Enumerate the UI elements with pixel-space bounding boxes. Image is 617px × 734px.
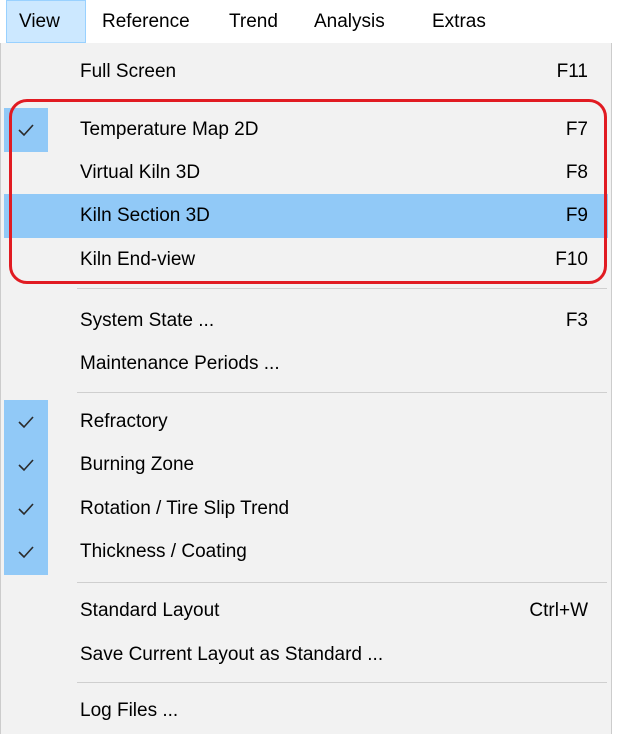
menu-item-system-state[interactable]: System State ... F3: [4, 299, 608, 343]
menu-item-rotation-tire-slip-trend[interactable]: Rotation / Tire Slip Trend: [4, 487, 608, 531]
menu-item-shortcut: F10: [555, 249, 588, 270]
menu-item-label: Standard Layout: [80, 600, 220, 621]
check-icon: [4, 530, 48, 574]
menu-item-label: Kiln Section 3D: [80, 205, 210, 226]
menu-item-label: Maintenance Periods ...: [80, 353, 280, 374]
menu-item-label: Thickness / Coating: [80, 541, 247, 562]
menu-item-shortcut: F8: [565, 162, 588, 183]
menu-item-standard-layout[interactable]: Standard Layout Ctrl+W: [4, 589, 608, 633]
menu-item-label: Burning Zone: [80, 454, 195, 475]
menubar-item-extras[interactable]: Extras: [432, 0, 486, 43]
menu-item-shortcut: F9: [565, 205, 588, 226]
menu-item-label: Full Screen: [80, 61, 177, 82]
menu-item-label: Save Current Layout as Standard ...: [80, 644, 384, 665]
menubar-item-analysis[interactable]: Analysis: [314, 0, 385, 43]
menubar-item-reference[interactable]: Reference: [102, 0, 190, 43]
view-menu-dropdown: Full Screen F11 Temperature Map 2D F7 Vi…: [0, 43, 612, 734]
menu-separator: [77, 582, 607, 583]
menu-item-label: System State ...: [80, 310, 215, 331]
menu-item-virtual-kiln-3d[interactable]: Virtual Kiln 3D F8: [4, 151, 608, 195]
menu-item-full-screen[interactable]: Full Screen F11: [4, 50, 608, 94]
menu-item-shortcut: F11: [556, 61, 588, 82]
menu-separator: [77, 392, 607, 393]
menu-item-shortcut: Ctrl+W: [529, 600, 588, 621]
menu-item-thickness-coating[interactable]: Thickness / Coating: [4, 530, 608, 574]
menu-item-label: Refractory: [80, 411, 168, 432]
check-icon: [4, 443, 48, 487]
check-icon: [4, 487, 48, 531]
menu-item-kiln-end-view[interactable]: Kiln End-view F10: [4, 238, 608, 282]
check-icon: [4, 400, 48, 444]
menu-item-refractory[interactable]: Refractory: [4, 400, 608, 444]
menu-separator: [77, 682, 607, 683]
menu-item-shortcut: F3: [565, 310, 588, 331]
menu-item-label: Temperature Map 2D: [80, 119, 259, 140]
menu-item-label: Log Files ...: [80, 700, 179, 721]
menubar-item-trend[interactable]: Trend: [229, 0, 278, 43]
menubar-item-view[interactable]: View: [6, 0, 86, 43]
menu-item-shortcut: F7: [565, 119, 588, 140]
menu-item-maintenance-periods[interactable]: Maintenance Periods ...: [4, 342, 608, 386]
menu-separator: [77, 288, 607, 289]
menu-item-log-files[interactable]: Log Files ...: [4, 689, 608, 733]
menu-item-label: Kiln End-view: [80, 249, 196, 270]
menu-item-kiln-section-3d[interactable]: Kiln Section 3D F9: [4, 194, 608, 238]
menu-item-save-current-layout[interactable]: Save Current Layout as Standard ...: [4, 633, 608, 677]
menu-item-label: Rotation / Tire Slip Trend: [80, 498, 290, 519]
menu-item-label: Virtual Kiln 3D: [80, 162, 201, 183]
menu-item-temperature-map-2d[interactable]: Temperature Map 2D F7: [4, 108, 608, 152]
menu-item-burning-zone[interactable]: Burning Zone: [4, 443, 608, 487]
menu-bar: View Reference Trend Analysis Extras: [0, 0, 617, 43]
